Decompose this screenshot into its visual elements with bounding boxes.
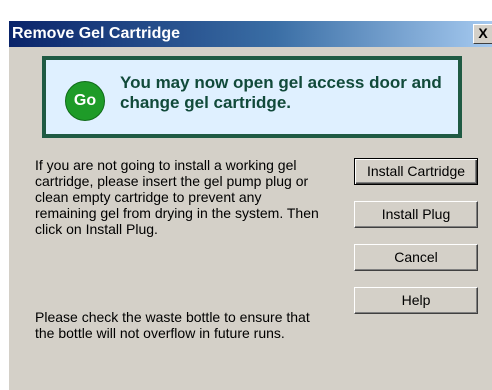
install-cartridge-button[interactable]: Install Cartridge [354,158,478,185]
help-button[interactable]: Help [354,287,478,314]
title-bar[interactable]: Remove Gel Cartridge X [9,21,492,47]
remove-gel-cartridge-dialog: Remove Gel Cartridge X Go You may now op… [8,20,492,390]
go-indicator-icon: Go [65,81,105,121]
status-panel: Go You may now open gel access door and … [42,56,462,138]
go-indicator-label: Go [73,92,97,109]
window-title: Remove Gel Cartridge [12,25,181,42]
cancel-button[interactable]: Cancel [354,244,478,271]
close-icon: X [478,25,488,41]
install-plug-button[interactable]: Install Plug [354,201,478,228]
close-button[interactable]: X [473,24,492,44]
waste-bottle-instructions: Please check the waste bottle to ensure … [35,309,310,341]
plug-instructions: If you are not going to install a workin… [35,157,319,237]
status-message: You may now open gel access door and cha… [120,73,442,112]
